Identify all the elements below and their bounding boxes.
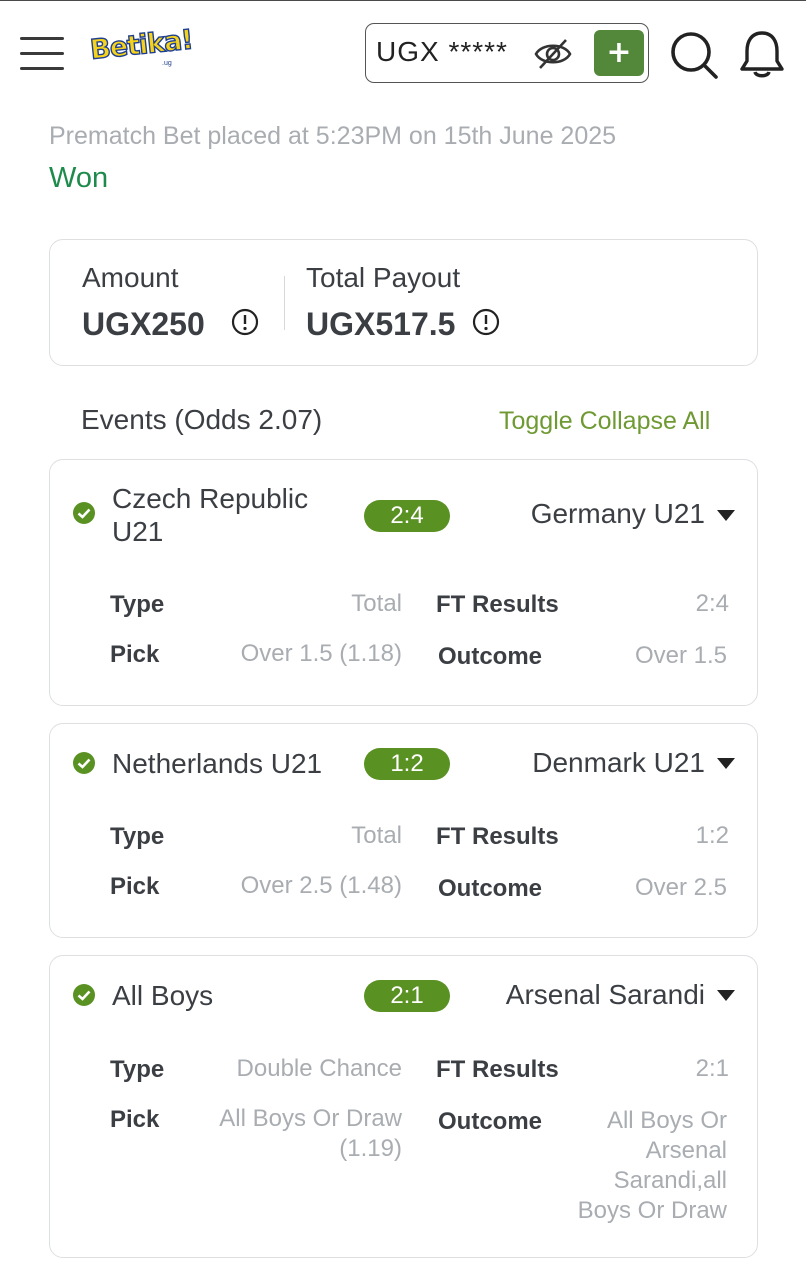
type-label: Type	[110, 591, 165, 618]
home-team: Czech Republic U21	[112, 483, 309, 547]
outcome-value: Over 1.5	[634, 642, 727, 669]
outcome-value: All Boys Or Arsenal Sarandi,all Boys Or …	[577, 1107, 727, 1224]
amount-label: Amount	[82, 262, 179, 293]
logo-sub: .ug	[162, 60, 172, 67]
logo-text: Betika!	[88, 24, 195, 67]
home-team: All Boys	[112, 980, 214, 1011]
away-team: Denmark U21	[532, 747, 705, 778]
eye-off-icon[interactable]	[534, 38, 572, 70]
pick-label: Pick	[110, 873, 160, 900]
payout-value: UGX517.5	[306, 306, 456, 342]
balance-widget: UGX ***** +	[365, 23, 649, 83]
type-label: Type	[110, 1056, 165, 1083]
type-value: Double Chance	[236, 1055, 402, 1082]
ft-results-value: 2:1	[695, 1055, 729, 1082]
score-pill: 2:1	[364, 980, 450, 1012]
caret-down-icon[interactable]	[717, 510, 735, 522]
bet-status: Won	[49, 162, 109, 194]
event-card: Netherlands U21 1:2 Denmark U21 Type Tot…	[49, 723, 758, 938]
away-team: Germany U21	[530, 498, 705, 529]
ft-results-value: 1:2	[695, 822, 729, 849]
info-icon[interactable]	[231, 308, 259, 336]
caret-down-icon[interactable]	[717, 990, 735, 1002]
check-circle-icon	[73, 752, 95, 774]
event-card: All Boys 2:1 Arsenal Sarandi Type Double…	[49, 955, 758, 1258]
ft-results-value: 2:4	[695, 590, 729, 617]
pick-value: Over 1.5 (1.18)	[240, 640, 402, 667]
bell-icon[interactable]	[738, 29, 786, 79]
deposit-button[interactable]: +	[594, 30, 644, 76]
score-pill: 1:2	[364, 748, 450, 780]
bet-placed-info: Prematch Bet placed at 5:23PM on 15th Ju…	[49, 122, 617, 150]
events-title: Events (Odds 2.07)	[81, 404, 323, 435]
betika-logo[interactable]: Betika! .ug	[88, 24, 195, 73]
away-team: Arsenal Sarandi	[505, 979, 705, 1010]
menu-icon[interactable]	[20, 37, 64, 71]
score-pill: 2:4	[364, 500, 450, 532]
bet-summary-card: Amount UGX250 Total Payout UGX517.5	[49, 239, 758, 366]
event-card: Czech Republic U21 2:4 Germany U21 Type …	[49, 459, 758, 706]
outcome-label: Outcome	[438, 1108, 543, 1135]
outcome-label: Outcome	[438, 875, 543, 902]
type-value: Total	[351, 822, 402, 849]
outcome-label: Outcome	[438, 643, 543, 670]
toggle-collapse-all-link[interactable]: Toggle Collapse All	[499, 407, 710, 436]
caret-down-icon[interactable]	[717, 758, 735, 770]
check-circle-icon	[73, 502, 95, 524]
amount-value: UGX250	[82, 306, 205, 342]
search-icon[interactable]	[670, 31, 718, 79]
pick-value: All Boys Or Draw (1.19)	[219, 1105, 402, 1162]
home-team: Netherlands U21	[112, 748, 323, 779]
ft-results-label: FT Results	[436, 1056, 559, 1083]
payout-label: Total Payout	[306, 262, 461, 293]
pick-value: Over 2.5 (1.48)	[240, 872, 402, 899]
ft-results-label: FT Results	[436, 591, 559, 618]
outcome-value: Over 2.5	[634, 874, 727, 901]
pick-label: Pick	[110, 641, 160, 668]
info-icon[interactable]	[472, 308, 500, 336]
summary-divider	[284, 276, 285, 330]
type-value: Total	[351, 590, 402, 617]
check-circle-icon	[73, 984, 95, 1006]
pick-label: Pick	[110, 1106, 160, 1133]
ft-results-label: FT Results	[436, 823, 559, 850]
type-label: Type	[110, 823, 165, 850]
balance-masked: UGX *****	[376, 36, 508, 67]
